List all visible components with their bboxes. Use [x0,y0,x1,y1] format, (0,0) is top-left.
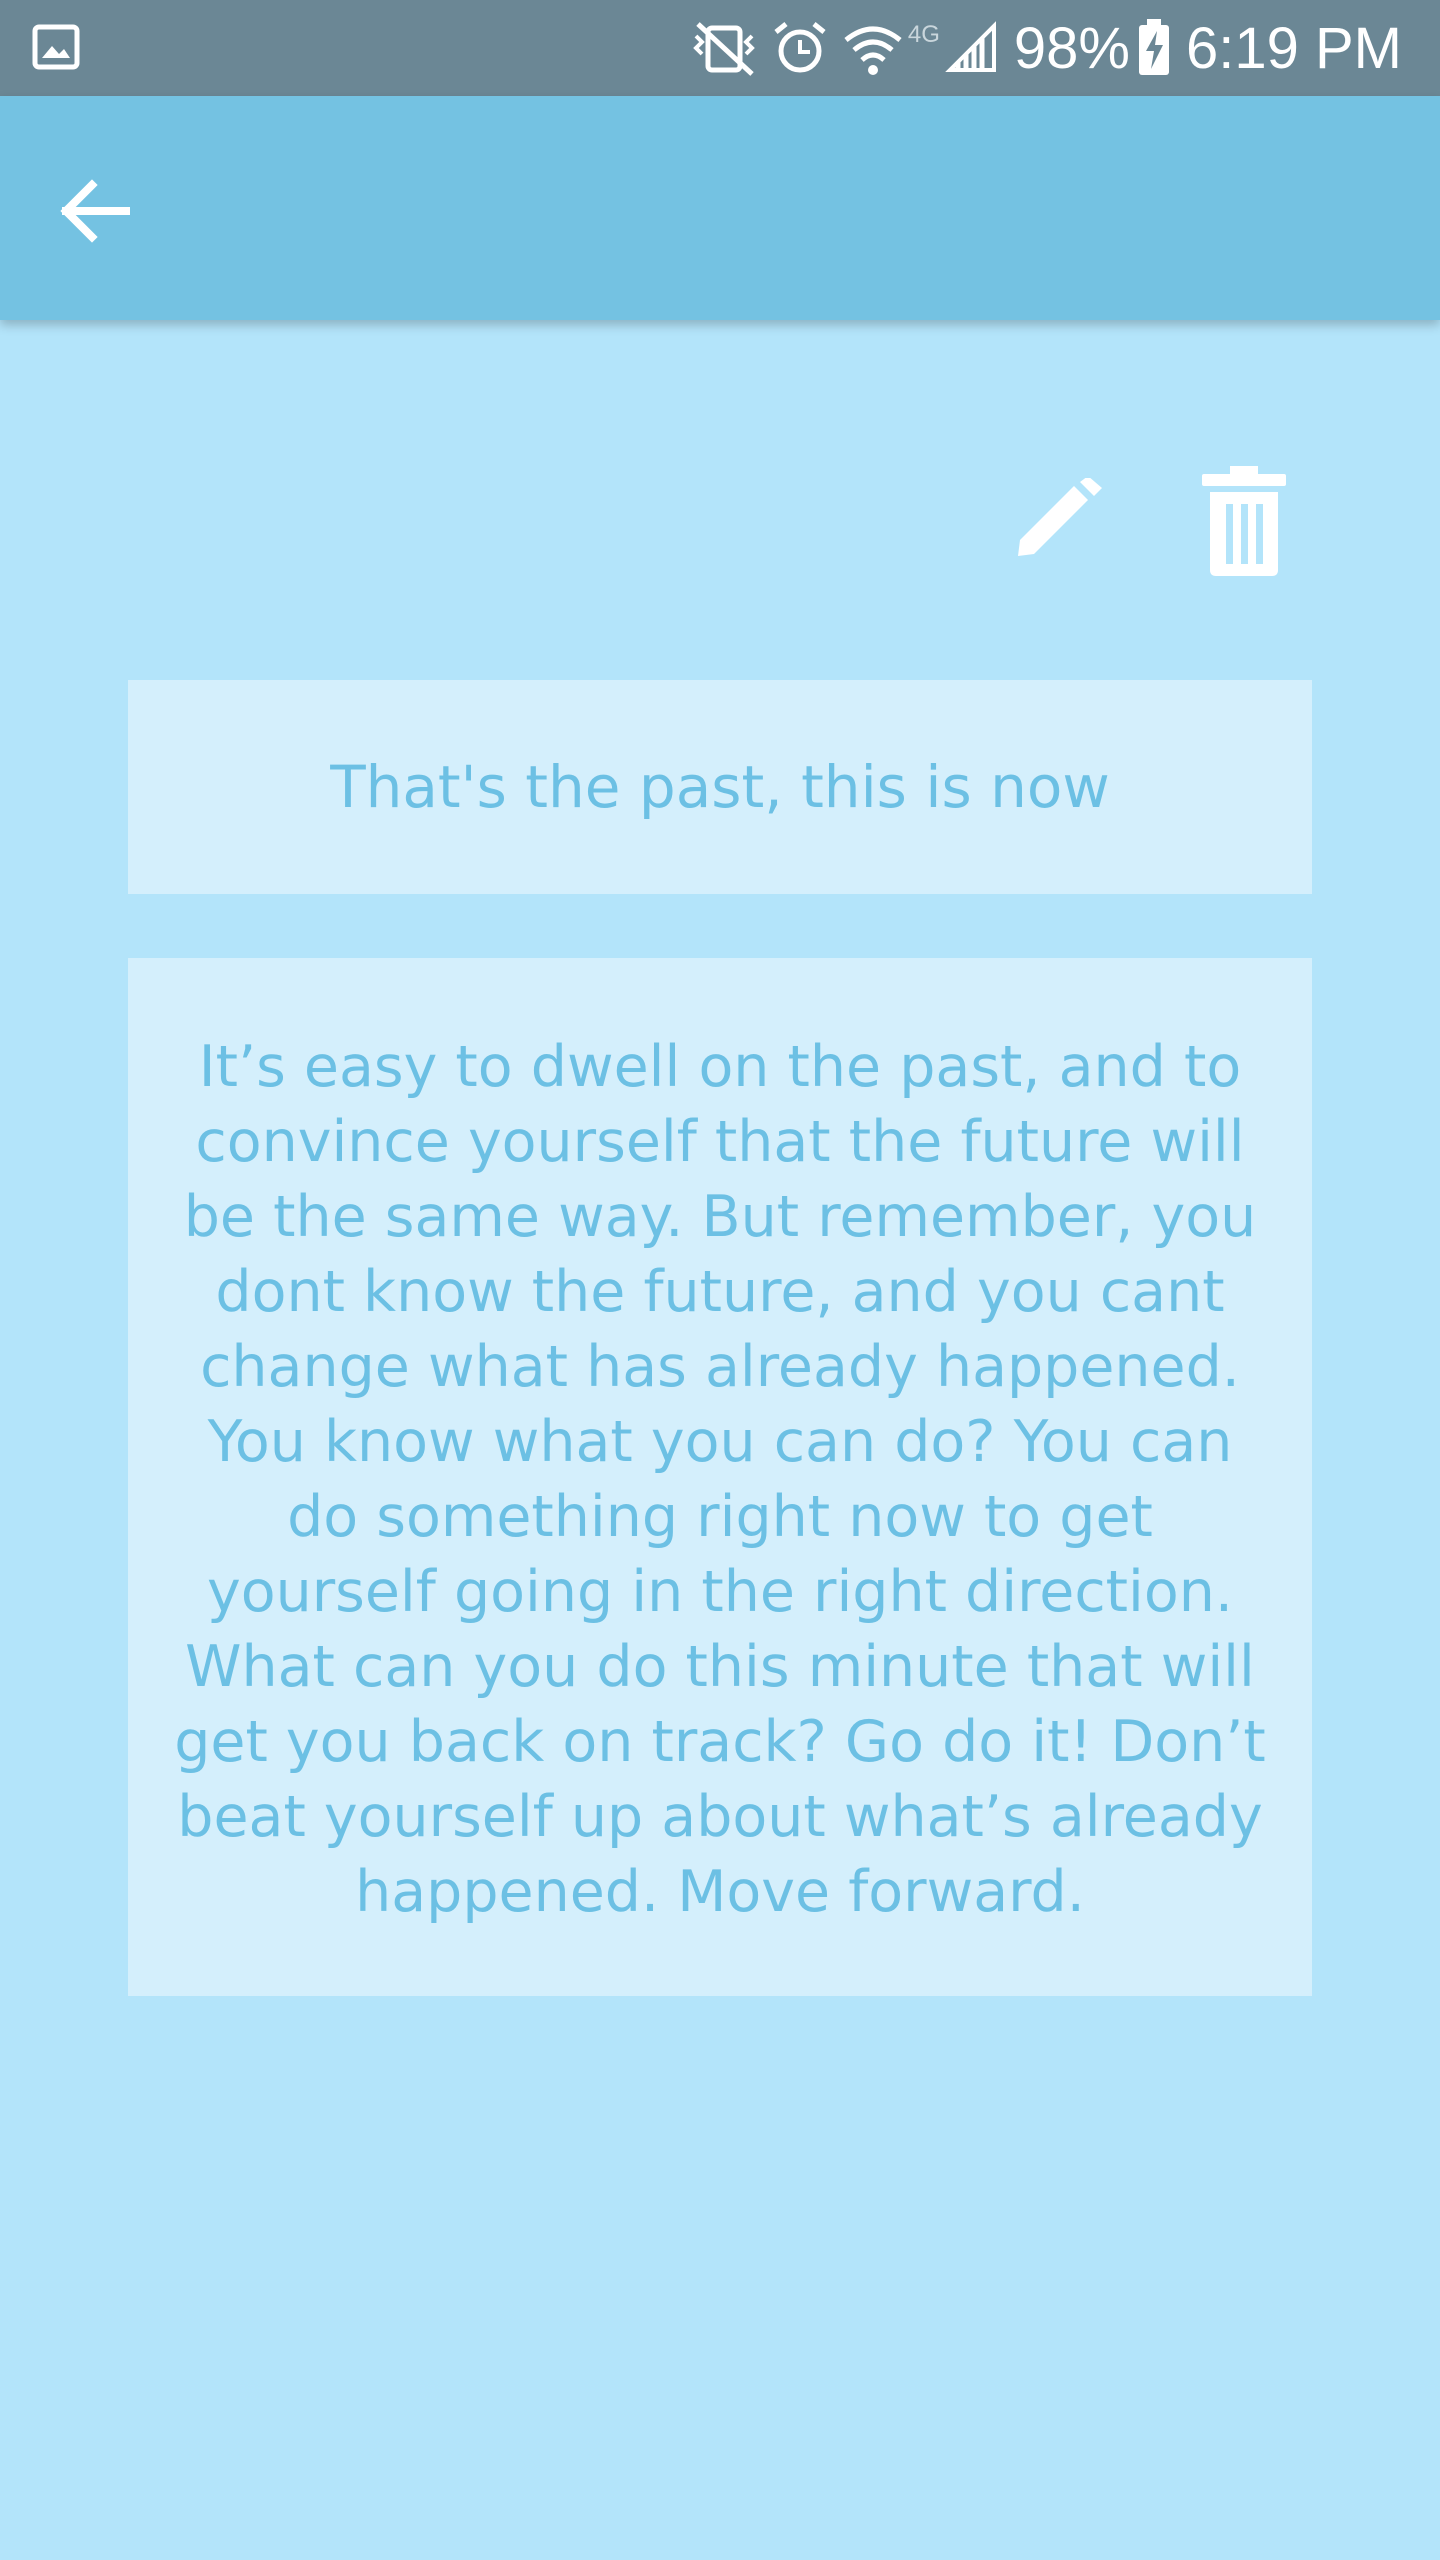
edit-button[interactable] [1010,476,1110,562]
network-type-label: 4G [907,21,940,48]
battery-charging-icon [1139,19,1169,75]
trash-icon [1202,466,1286,576]
note-title: That's the past, this is now [330,753,1110,821]
vibrate-mute-icon [693,22,755,76]
alarm-icon [774,22,826,73]
delete-button[interactable] [1200,466,1288,576]
arrow-back-icon [60,179,130,243]
app-bar [0,96,1440,320]
note-body: It’s easy to dwell on the past, and to c… [174,1034,1266,1925]
back-button[interactable] [56,176,136,246]
signal-icon [945,21,996,72]
note-body-card: It’s easy to dwell on the past, and to c… [128,958,1312,1996]
gallery-icon [32,24,80,70]
status-icons: 4G 98% 6:19 PM [686,0,1402,96]
note-title-card: That's the past, this is now [128,680,1312,894]
clock-time: 6:19 PM [1186,15,1402,81]
battery-percent: 98% [1013,15,1130,81]
wifi-icon [844,26,902,75]
status-bar: 4G 98% 6:19 PM [0,0,1440,96]
pencil-icon [1018,476,1102,556]
